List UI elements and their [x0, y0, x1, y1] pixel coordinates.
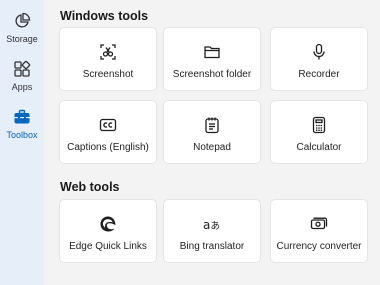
sidebar-item-label: Storage	[6, 34, 38, 44]
svg-text:あ: あ	[211, 221, 221, 232]
tile-currency-converter[interactable]: Currency converter	[270, 199, 368, 263]
folder-icon	[203, 43, 221, 61]
tile-label: Currency converter	[276, 241, 362, 252]
screenshot-icon	[99, 43, 117, 61]
sidebar-item-toolbox[interactable]: Toolbox	[0, 106, 44, 152]
tile-label: Screenshot folder	[172, 69, 252, 80]
notepad-icon	[203, 116, 221, 134]
tile-label: Calculator	[296, 142, 342, 153]
tile-label: Bing translator	[179, 241, 245, 252]
sidebar-item-storage[interactable]: Storage	[0, 10, 44, 56]
tile-recorder[interactable]: Recorder	[270, 27, 368, 91]
currency-icon	[310, 215, 328, 233]
captions-icon	[99, 116, 117, 134]
tile-label: Notepad	[193, 142, 231, 153]
sidebar: Storage Apps Toolbox	[0, 0, 44, 285]
tile-label: Recorder	[298, 69, 340, 80]
pie-chart-icon	[13, 12, 31, 30]
edge-logo-icon	[99, 215, 117, 233]
tile-label: Edge Quick Links	[69, 241, 147, 252]
tile-calculator[interactable]: Calculator	[270, 100, 368, 164]
tile-screenshot-folder[interactable]: Screenshot folder	[163, 27, 261, 91]
svg-text:a: a	[203, 218, 210, 232]
main-panel: Windows tools Screenshot Screenshot fold…	[44, 0, 380, 285]
toolbox-icon	[13, 108, 31, 126]
sidebar-item-label: Toolbox	[6, 130, 38, 140]
section-title-windows-tools: Windows tools	[60, 9, 149, 23]
tile-label: Screenshot	[82, 69, 134, 80]
tile-edge-quick-links[interactable]: Edge Quick Links	[59, 199, 157, 263]
tile-captions[interactable]: Captions (English)	[59, 100, 157, 164]
section-title-web-tools: Web tools	[60, 180, 120, 194]
calculator-icon	[310, 116, 328, 134]
tile-notepad[interactable]: Notepad	[163, 100, 261, 164]
microphone-icon	[310, 43, 328, 61]
translator-icon: a あ	[203, 215, 221, 233]
tile-label: Captions (English)	[67, 142, 149, 153]
sidebar-item-label: Apps	[11, 82, 33, 92]
sidebar-item-apps[interactable]: Apps	[0, 58, 44, 104]
tile-screenshot[interactable]: Screenshot	[59, 27, 157, 91]
apps-grid-icon	[13, 60, 31, 78]
tile-bing-translator[interactable]: a あ Bing translator	[163, 199, 261, 263]
